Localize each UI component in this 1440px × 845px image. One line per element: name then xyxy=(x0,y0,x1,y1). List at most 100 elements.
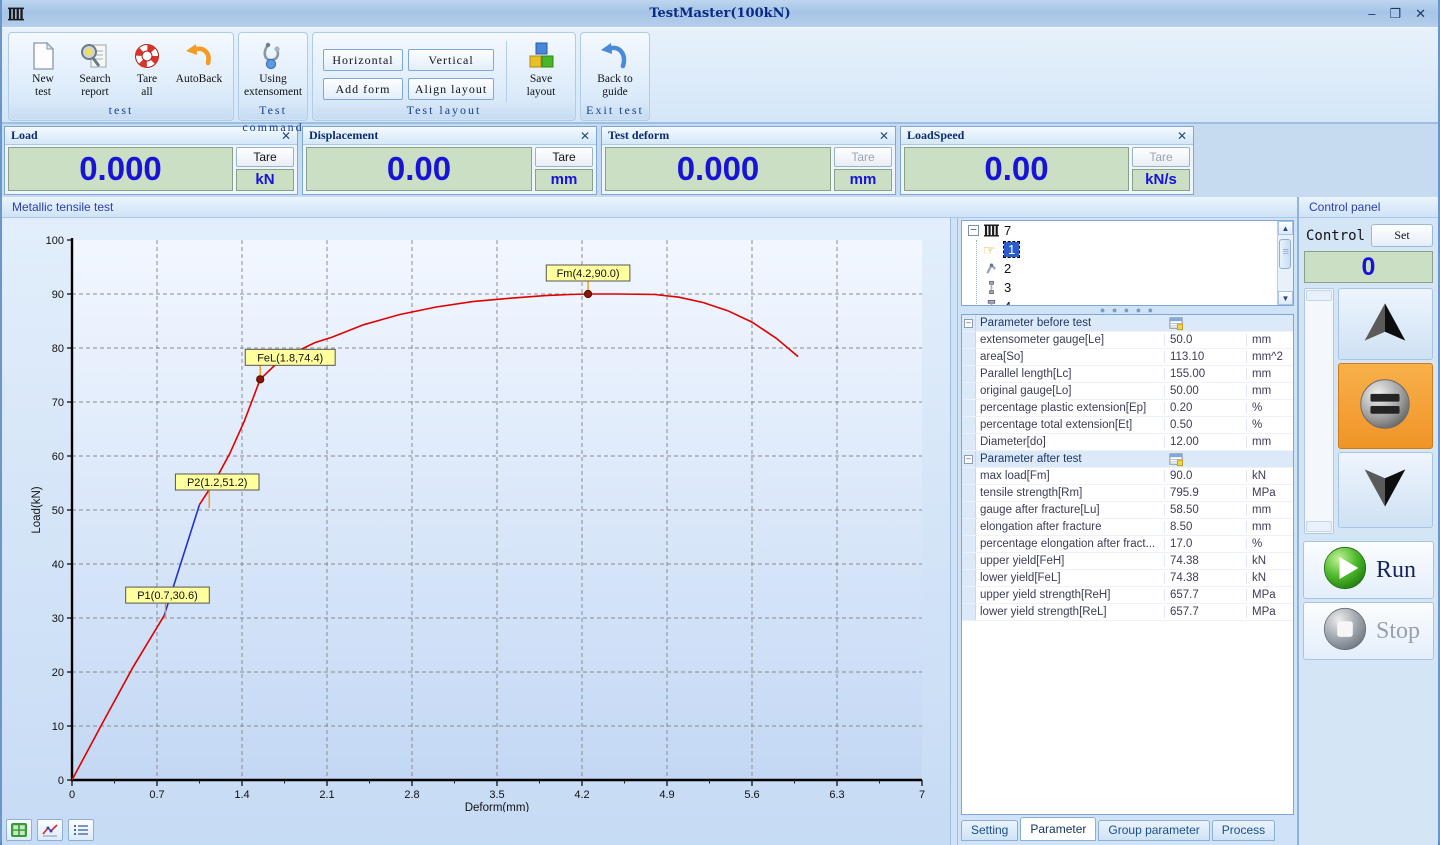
parameter-row[interactable]: area[So]113.10mm^2 xyxy=(962,349,1293,366)
tare-button[interactable]: Tare xyxy=(236,147,294,167)
horizontal-button[interactable]: Horizontal xyxy=(323,49,403,71)
parameter-value[interactable]: 657.7 xyxy=(1165,589,1247,601)
horizontal-splitter[interactable]: ● ● ● ● ● xyxy=(961,306,1294,314)
tree-root-item[interactable]: –7 xyxy=(962,221,1293,240)
parameter-row[interactable]: percentage total extension[Et]0.50% xyxy=(962,417,1293,434)
tab-setting[interactable]: Setting xyxy=(961,820,1018,841)
tare-all-button[interactable]: Tareall xyxy=(121,37,173,100)
parameter-value[interactable]: 74.38 xyxy=(1165,572,1247,584)
tare-button[interactable]: Tare xyxy=(535,147,593,167)
jog-down-button[interactable] xyxy=(1338,452,1433,528)
scroll-thumb[interactable] xyxy=(1279,239,1291,269)
hand-pointer-icon: ☞ xyxy=(983,243,1000,257)
parameter-value[interactable]: 58.50 xyxy=(1165,504,1247,516)
data-marker xyxy=(584,290,591,297)
group-caption: test xyxy=(10,102,232,119)
parameter-value[interactable]: 12.00 xyxy=(1165,436,1247,448)
tab-process[interactable]: Process xyxy=(1212,820,1275,841)
search-report-button[interactable]: Searchreport xyxy=(69,37,121,100)
tree-item-2[interactable]: 2 xyxy=(977,259,1293,278)
collapse-icon[interactable]: – xyxy=(964,319,973,328)
collapse-icon[interactable]: – xyxy=(964,455,973,464)
jog-up-button[interactable] xyxy=(1338,288,1433,360)
parameter-value[interactable]: 8.50 xyxy=(1165,521,1247,533)
svg-text:6.3: 6.3 xyxy=(829,789,844,801)
parameter-name: lower yield[FeL] xyxy=(976,572,1165,584)
parameter-row[interactable]: Parallel length[Lc]155.00mm xyxy=(962,366,1293,383)
section-gutter: – xyxy=(962,451,976,467)
parameter-row[interactable]: upper yield[FeH]74.38kN xyxy=(962,553,1293,570)
tree-scrollbar[interactable]: ▲▼ xyxy=(1277,221,1293,305)
close-icon[interactable]: ✕ xyxy=(1177,129,1187,143)
stop-button[interactable]: Stop xyxy=(1303,602,1434,660)
display-header: LoadSpeed✕ xyxy=(901,127,1193,145)
parameter-value[interactable]: 795.9 xyxy=(1165,487,1247,499)
speed-slider[interactable] xyxy=(1304,288,1334,534)
save-layout-button[interactable]: Savelayout xyxy=(515,37,567,100)
display-panel-test-deform: Test deform✕0.000Taremm xyxy=(601,126,896,195)
tare-button[interactable]: Tare xyxy=(1132,147,1190,167)
parameter-name: lower yield strength[ReL] xyxy=(976,606,1165,618)
parameter-row[interactable]: extensometer gauge[Le]50.0mm xyxy=(962,332,1293,349)
autoback-button[interactable]: AutoBack xyxy=(173,37,225,87)
svg-text:0: 0 xyxy=(58,775,64,787)
parameter-row[interactable]: tensile strength[Rm]795.9MPa xyxy=(962,485,1293,502)
set-button[interactable]: Set xyxy=(1371,224,1433,247)
parameter-row[interactable]: max load[Fm]90.0kN xyxy=(962,468,1293,485)
using-extensoment-button[interactable]: Usingextensoment xyxy=(247,37,299,100)
tree-item-1[interactable]: ☞1 xyxy=(977,240,1293,259)
jog-stop-button[interactable] xyxy=(1338,363,1433,449)
parameter-row[interactable]: upper yield strength[ReH]657.7MPa xyxy=(962,587,1293,604)
parameter-row[interactable]: lower yield strength[ReL]657.7MPa xyxy=(962,604,1293,621)
parameter-value[interactable]: 90.0 xyxy=(1165,470,1247,482)
section-header-parameter-after-test[interactable]: –Parameter after test xyxy=(962,451,1293,468)
parameter-value[interactable]: 17.0 xyxy=(1165,538,1247,550)
curve-view-icon[interactable] xyxy=(37,819,63,841)
maximize-icon[interactable]: ❐ xyxy=(1389,7,1401,21)
parameter-value[interactable]: 0.20 xyxy=(1165,402,1247,414)
form-icon[interactable] xyxy=(1168,452,1185,467)
parameter-value[interactable]: 50.0 xyxy=(1165,334,1247,346)
close-icon[interactable]: ✕ xyxy=(580,129,590,143)
section-header-parameter-before-test[interactable]: –Parameter before test xyxy=(962,315,1293,332)
minimize-icon[interactable]: – xyxy=(1368,7,1375,21)
parameter-row[interactable]: Diameter[do]12.00mm xyxy=(962,434,1293,451)
new-test-button[interactable]: Newtest xyxy=(17,37,69,100)
parameter-value[interactable]: 155.00 xyxy=(1165,368,1247,380)
grid-view-icon[interactable] xyxy=(6,819,32,841)
parameter-unit: mm xyxy=(1247,436,1293,448)
tree-item-4[interactable]: 4 xyxy=(977,297,1293,306)
parameter-value[interactable]: 0.50 xyxy=(1165,419,1247,431)
vertical-button[interactable]: Vertical xyxy=(408,49,494,71)
list-view-icon[interactable] xyxy=(68,819,94,841)
scroll-up-icon[interactable]: ▲ xyxy=(1278,221,1293,235)
parameter-row[interactable]: percentage plastic extension[Ep]0.20% xyxy=(962,400,1293,417)
vertical-splitter[interactable] xyxy=(950,218,958,845)
parameter-unit: mm xyxy=(1247,334,1293,346)
close-icon[interactable]: ✕ xyxy=(879,129,889,143)
parameter-value[interactable]: 74.38 xyxy=(1165,555,1247,567)
scroll-down-icon[interactable]: ▼ xyxy=(1278,291,1293,305)
parameter-row[interactable]: original gauge[Lo]50.00mm xyxy=(962,383,1293,400)
parameter-row[interactable]: lower yield[FeL]74.38kN xyxy=(962,570,1293,587)
parameter-row[interactable]: percentage elongation after fract...17.0… xyxy=(962,536,1293,553)
run-button[interactable]: Run xyxy=(1303,541,1434,599)
form-icon[interactable] xyxy=(1168,316,1185,331)
parameter-value[interactable]: 50.00 xyxy=(1165,385,1247,397)
align-layout-button[interactable]: Align layout xyxy=(408,78,494,100)
tab-parameter[interactable]: Parameter xyxy=(1020,817,1096,841)
svg-text:3.5: 3.5 xyxy=(489,789,504,801)
collapse-icon[interactable]: – xyxy=(968,225,979,236)
tare-button[interactable]: Tare xyxy=(834,147,892,167)
parameter-row[interactable]: gauge after fracture[Lu]58.50mm xyxy=(962,502,1293,519)
parameter-unit: kN xyxy=(1247,572,1293,584)
parameter-row[interactable]: elongation after fracture8.50mm xyxy=(962,519,1293,536)
close-icon[interactable]: ✕ xyxy=(1415,7,1426,21)
tree-item-3[interactable]: 3 xyxy=(977,278,1293,297)
y-axis-label: Load(kN) xyxy=(31,486,43,533)
tab-group-parameter[interactable]: Group parameter xyxy=(1098,820,1209,841)
parameter-value[interactable]: 657.7 xyxy=(1165,606,1247,618)
parameter-value[interactable]: 113.10 xyxy=(1165,351,1247,363)
add-form-button[interactable]: Add form xyxy=(323,78,403,100)
back-to-guide-button[interactable]: Back toguide xyxy=(589,37,641,100)
